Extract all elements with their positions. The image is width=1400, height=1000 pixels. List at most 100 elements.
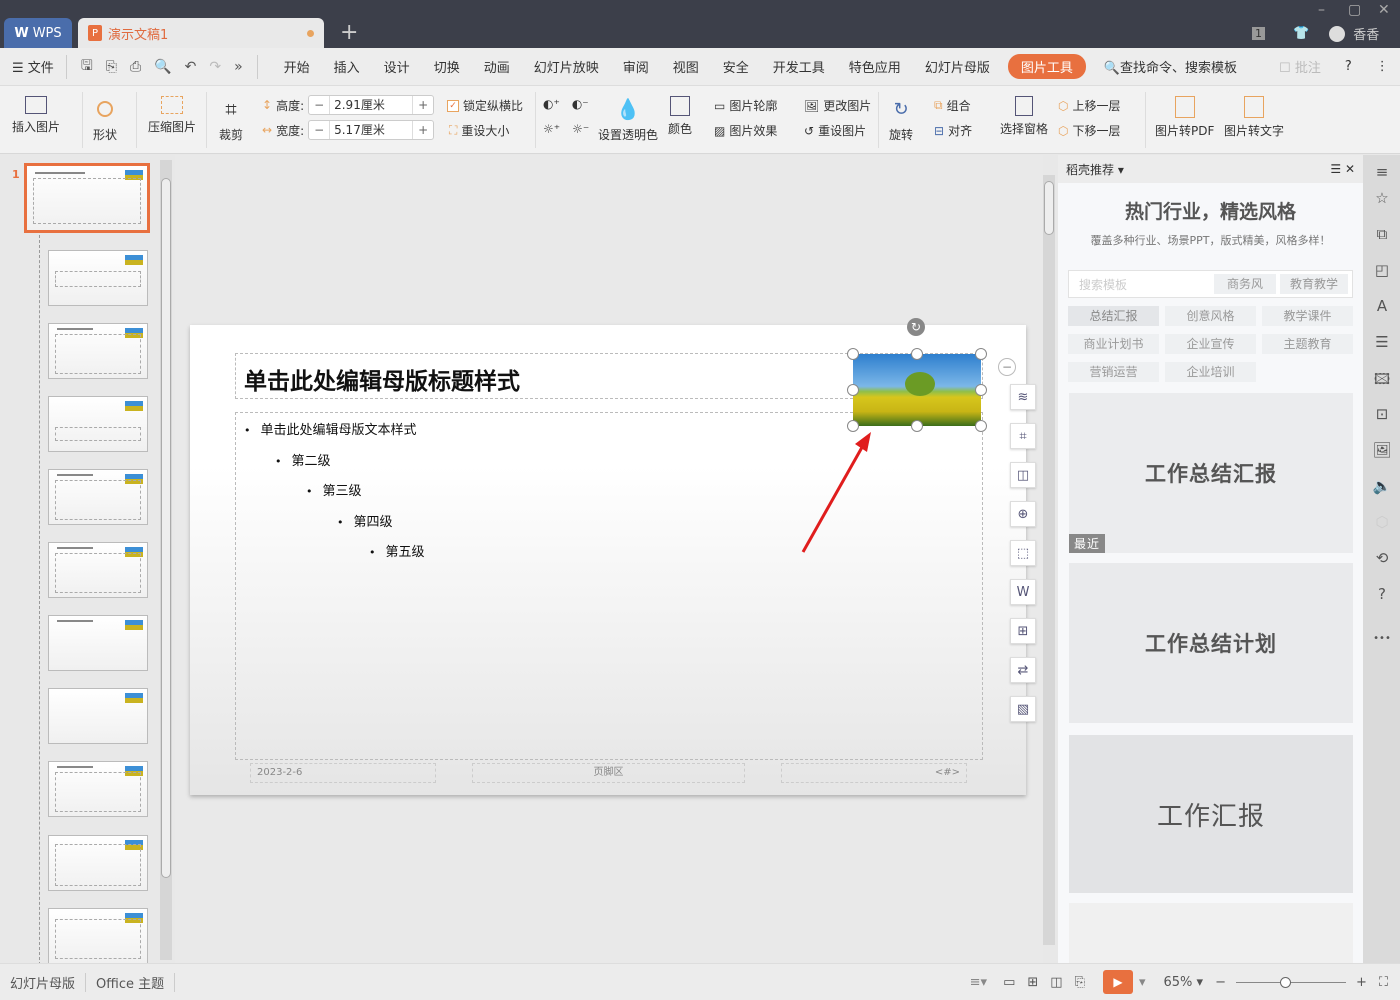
height-input[interactable]: 2.91厘米 bbox=[329, 96, 414, 114]
split-picture-icon[interactable]: ◫ bbox=[1010, 462, 1036, 488]
comment-button[interactable]: ☐ 批注 bbox=[1267, 57, 1333, 76]
menu-picture-tools[interactable]: 图片工具 bbox=[1007, 54, 1086, 79]
more-options-icon[interactable]: ⋮ bbox=[1364, 59, 1400, 74]
more-dots-icon[interactable]: ••• bbox=[1372, 633, 1392, 653]
normal-view-icon[interactable]: ▭ bbox=[1003, 975, 1015, 990]
menu-review[interactable]: 审阅 bbox=[611, 57, 661, 76]
help-button[interactable]: ? bbox=[1333, 59, 1364, 74]
category-tag[interactable]: 教学课件 bbox=[1262, 306, 1353, 326]
height-decrease-button[interactable]: − bbox=[309, 98, 329, 112]
status-theme[interactable]: Office 主题 bbox=[85, 972, 176, 992]
layout-thumbnail[interactable] bbox=[48, 469, 148, 525]
selected-picture[interactable] bbox=[853, 354, 981, 426]
bring-forward-button[interactable]: ⬡ 上移一层 bbox=[1058, 97, 1121, 114]
skin-icon[interactable]: 👕 bbox=[1293, 26, 1309, 41]
help-circle-icon[interactable]: ? bbox=[1372, 585, 1392, 605]
format-painter-icon[interactable]: ⎘ bbox=[106, 59, 117, 75]
contrast-up-icon[interactable]: ☼⁺ bbox=[543, 122, 560, 136]
picture-to-pdf-button[interactable]: 图片转PDF bbox=[1155, 96, 1214, 139]
wps-home-tab[interactable]: W WPS bbox=[4, 18, 72, 48]
print-icon[interactable]: ⎙ bbox=[130, 59, 141, 75]
selection-pane-button[interactable]: 选择窗格 bbox=[1000, 96, 1048, 137]
template-search[interactable]: 搜索模板 商务风 教育教学 bbox=[1068, 270, 1353, 298]
resize-handle[interactable] bbox=[847, 384, 859, 396]
zoom-slider[interactable] bbox=[1235, 976, 1346, 988]
layout-thumbnail[interactable] bbox=[48, 396, 148, 452]
quick-tag[interactable]: 教育教学 bbox=[1280, 274, 1348, 294]
picture-to-text-button[interactable]: 图片转文字 bbox=[1224, 96, 1284, 139]
resize-handle[interactable] bbox=[975, 348, 987, 360]
notes-icon[interactable]: ≡▾ bbox=[970, 975, 987, 990]
height-stepper[interactable]: −2.91厘米 + bbox=[308, 95, 435, 115]
panel-close-icon[interactable]: ✕ bbox=[1345, 162, 1355, 176]
resize-handle[interactable] bbox=[911, 420, 923, 432]
play-options-icon[interactable]: ▾ bbox=[1139, 975, 1146, 990]
menu-transition[interactable]: 切换 bbox=[422, 57, 472, 76]
sound-icon[interactable]: 🔈 bbox=[1372, 477, 1392, 497]
adjust-icon[interactable]: ☰ bbox=[1372, 333, 1392, 353]
zoom-slider-handle[interactable] bbox=[1279, 976, 1291, 988]
archive-icon[interactable]: ⊡ bbox=[1372, 405, 1392, 425]
compress-picture-button[interactable]: 压缩图片 bbox=[148, 96, 196, 135]
collapse-toolbar-icon[interactable]: − bbox=[998, 358, 1016, 376]
zoom-level[interactable]: 65% ▾ bbox=[1164, 975, 1204, 990]
category-tag[interactable]: 企业培训 bbox=[1165, 362, 1256, 382]
menu-security[interactable]: 安全 bbox=[711, 57, 761, 76]
resize-handle[interactable] bbox=[975, 384, 987, 396]
avatar[interactable] bbox=[1329, 25, 1346, 42]
shape-button[interactable]: 形状 bbox=[92, 96, 118, 143]
rotate-handle[interactable]: ↻ bbox=[907, 318, 925, 336]
layout-thumbnail[interactable] bbox=[48, 615, 148, 671]
thumbnail-scrollbar[interactable] bbox=[160, 160, 172, 960]
thumbnail-scroll-thumb[interactable] bbox=[161, 178, 171, 878]
minimize-button[interactable]: – bbox=[1318, 2, 1325, 18]
layout-thumbnail[interactable] bbox=[48, 761, 148, 817]
zoom-out-button[interactable]: − bbox=[1215, 975, 1226, 990]
group-button[interactable]: ⧉ 组合 bbox=[934, 97, 971, 114]
canvas-scroll-thumb[interactable] bbox=[1044, 181, 1054, 235]
menu-slideshow[interactable]: 幻灯片放映 bbox=[522, 57, 611, 76]
layer-icon[interactable]: ≋ bbox=[1010, 384, 1036, 410]
panel-menu-icon[interactable]: ☰ bbox=[1330, 162, 1341, 176]
menu-special[interactable]: 特色应用 bbox=[837, 57, 913, 76]
quick-tag[interactable]: 商务风 bbox=[1214, 274, 1276, 294]
width-stepper[interactable]: −5.17厘米 + bbox=[308, 120, 435, 140]
sorter-view-icon[interactable]: ⊞ bbox=[1027, 975, 1038, 990]
maximize-button[interactable]: ▢ bbox=[1348, 2, 1361, 18]
presenter-icon[interactable]: ⎘ bbox=[1075, 975, 1085, 990]
menu-developer[interactable]: 开发工具 bbox=[761, 57, 837, 76]
replace-picture-icon[interactable]: ⇄ bbox=[1010, 657, 1036, 683]
undo-icon[interactable]: ↶ bbox=[185, 59, 197, 75]
rotate-button[interactable]: ↻ 旋转 bbox=[888, 96, 914, 143]
collapse-lines-icon[interactable]: ≡ bbox=[1372, 163, 1392, 183]
brightness-up-icon[interactable]: ◐⁺ bbox=[543, 97, 560, 111]
crop-float-icon[interactable]: ⌗ bbox=[1010, 423, 1036, 449]
zoom-in-icon[interactable]: ⊕ bbox=[1010, 501, 1036, 527]
crop-button[interactable]: ⌗ 裁剪 bbox=[218, 96, 244, 143]
reset-size-button[interactable]: ⛶ 重设大小 bbox=[449, 122, 509, 139]
lock-ratio-checkbox[interactable]: ✓ 锁定纵横比 bbox=[447, 97, 523, 114]
category-tag[interactable]: 总结汇报 bbox=[1068, 306, 1159, 326]
menu-slide-master[interactable]: 幻灯片母版 bbox=[913, 57, 1002, 76]
layout-thumbnail[interactable] bbox=[48, 323, 148, 379]
text-style-icon[interactable]: A bbox=[1372, 297, 1392, 317]
star-icon[interactable]: ☆ bbox=[1372, 189, 1392, 209]
master-thumbnail[interactable] bbox=[24, 163, 150, 233]
panel-header-dropdown[interactable]: 稻壳推荐 ▾ bbox=[1066, 161, 1124, 178]
width-increase-button[interactable]: + bbox=[413, 123, 433, 137]
switch-icon[interactable]: ⧉ bbox=[1372, 225, 1392, 245]
contrast-down-icon[interactable]: ☼⁻ bbox=[572, 122, 589, 136]
user-name[interactable]: 香香 bbox=[1353, 24, 1379, 43]
footer-text[interactable]: 页脚区 bbox=[472, 763, 745, 783]
picture-to-word-icon[interactable]: W bbox=[1010, 579, 1036, 605]
picture-outline-button[interactable]: ▭ 图片轮廓 bbox=[714, 97, 777, 114]
menu-view[interactable]: 视图 bbox=[661, 57, 711, 76]
align-button[interactable]: ⊟ 对齐 bbox=[934, 122, 972, 139]
resize-handle[interactable] bbox=[847, 348, 859, 360]
image-icon[interactable]: 🖼 bbox=[1372, 441, 1392, 461]
gallery-icon[interactable]: 🖾 bbox=[1372, 369, 1392, 389]
print-preview-icon[interactable]: 🔍 bbox=[154, 59, 171, 75]
template-card[interactable]: 工作总结汇报 最近 bbox=[1069, 393, 1353, 553]
footer-date[interactable]: 2023-2-6 bbox=[250, 763, 436, 783]
width-input[interactable]: 5.17厘米 bbox=[329, 121, 414, 139]
